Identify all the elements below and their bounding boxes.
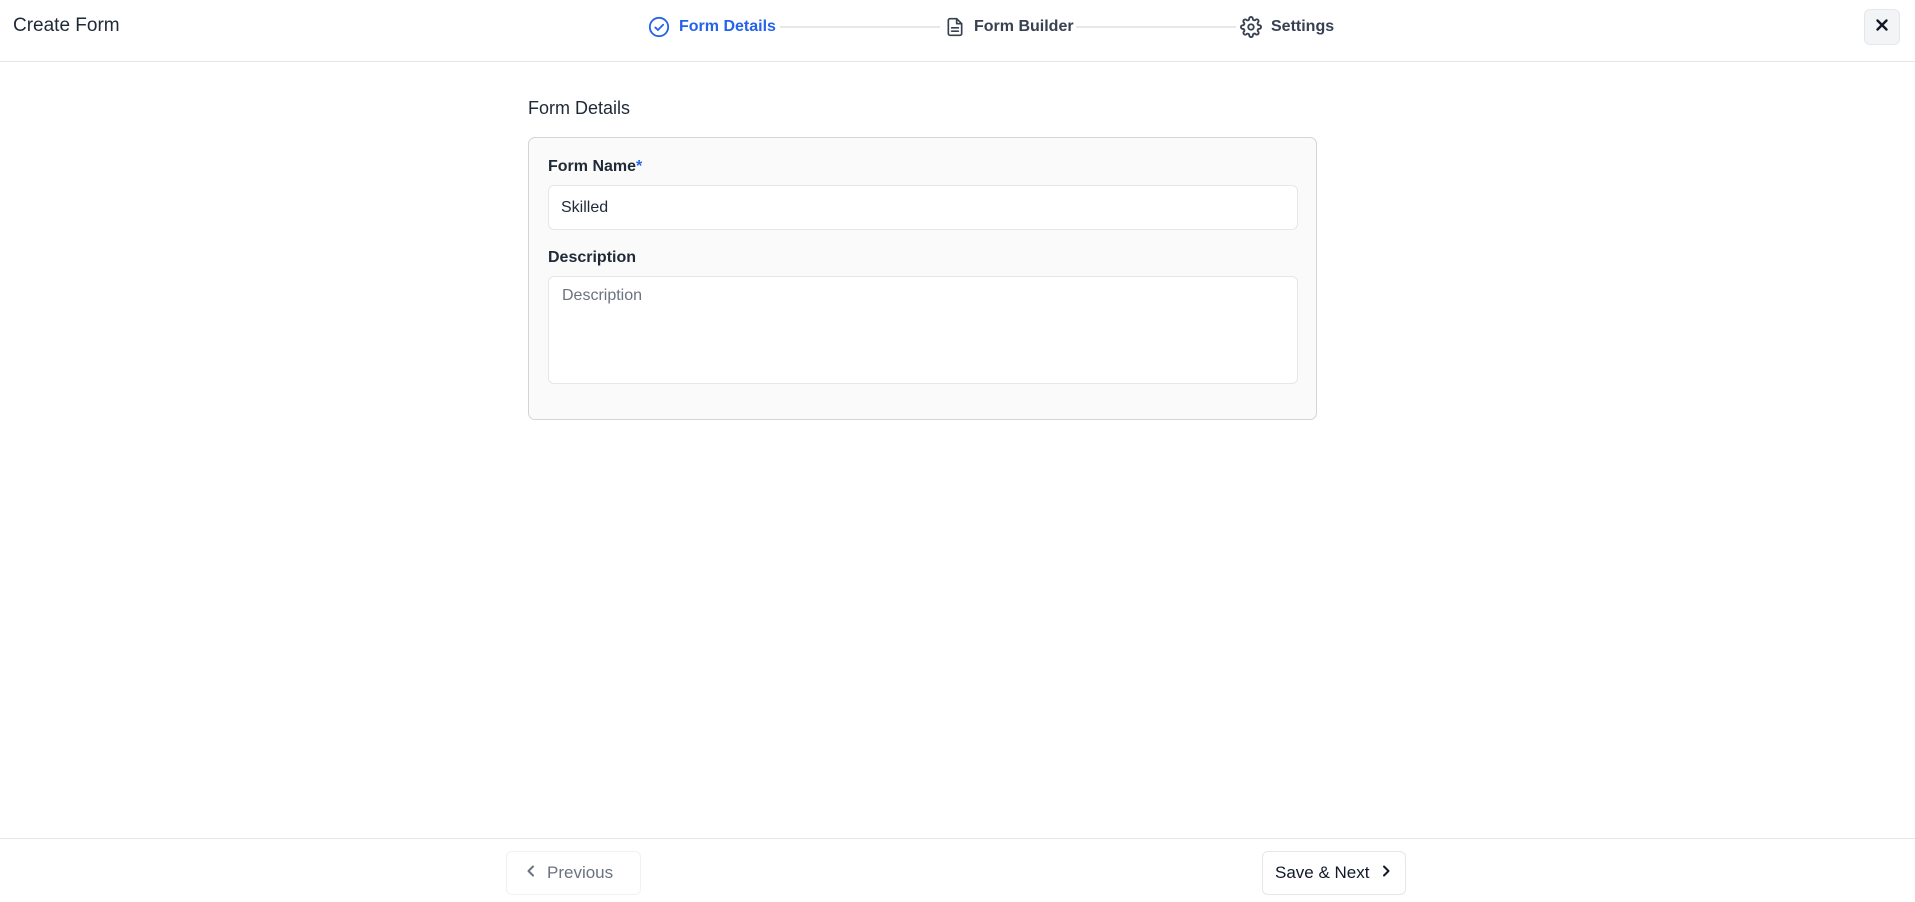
document-icon bbox=[945, 16, 965, 38]
close-icon bbox=[1875, 18, 1889, 37]
required-marker: * bbox=[636, 158, 643, 175]
form-name-label-text: Form Name bbox=[548, 158, 637, 175]
previous-label: Previous bbox=[547, 863, 614, 882]
step-label: Settings bbox=[1271, 18, 1335, 35]
top-bar: Create Form Form Details Form Builder Se… bbox=[0, 0, 1915, 62]
check-circle-icon bbox=[648, 16, 670, 38]
form-name-label: Form Name* bbox=[548, 158, 642, 176]
form-name-input[interactable] bbox=[548, 185, 1298, 230]
step-label: Form Builder bbox=[974, 18, 1074, 35]
description-label: Description bbox=[548, 249, 637, 266]
step-form-builder[interactable]: Form Builder bbox=[945, 14, 1074, 40]
gear-icon bbox=[1240, 16, 1262, 38]
description-textarea[interactable] bbox=[548, 276, 1298, 384]
save-and-next-label: Save & Next bbox=[1275, 863, 1370, 882]
step-label: Form Details bbox=[679, 18, 776, 35]
chevron-left-icon bbox=[523, 863, 539, 884]
step-settings[interactable]: Settings bbox=[1240, 14, 1334, 40]
section-title: Form Details bbox=[528, 98, 631, 118]
footer-bar: Previous Save & Next bbox=[0, 838, 1915, 902]
step-form-details[interactable]: Form Details bbox=[648, 14, 776, 40]
stepper: Form Details Form Builder Settings bbox=[0, 0, 1915, 62]
chevron-right-icon bbox=[1378, 863, 1394, 884]
save-and-next-button[interactable]: Save & Next bbox=[1262, 851, 1406, 895]
previous-button[interactable]: Previous bbox=[506, 851, 641, 895]
step-connector bbox=[780, 26, 940, 28]
step-connector bbox=[1076, 26, 1236, 28]
form-details-card: Form Name* Description bbox=[528, 137, 1317, 420]
close-button[interactable] bbox=[1864, 9, 1900, 45]
